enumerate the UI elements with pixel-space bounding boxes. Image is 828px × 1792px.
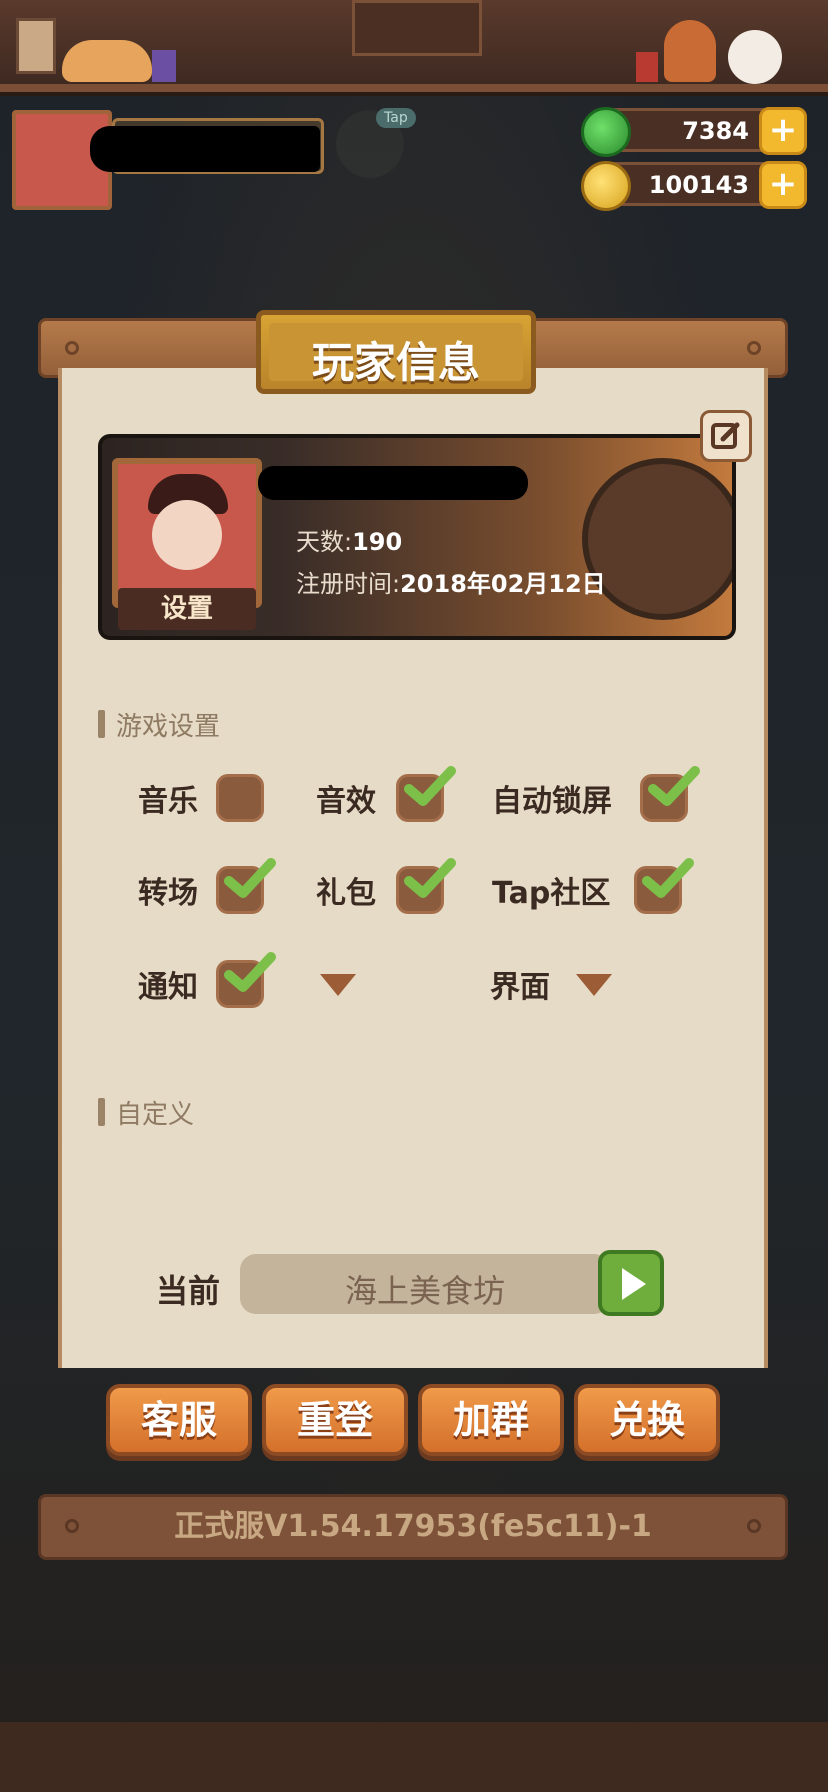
option-notify-label: 通知: [138, 970, 198, 1005]
music-checkbox[interactable]: [216, 774, 264, 822]
bolt-icon: [747, 1519, 761, 1533]
checkmark-icon: [648, 766, 700, 806]
profile-avatar[interactable]: [112, 458, 262, 608]
purple-cup-icon: [152, 50, 176, 82]
edit-profile-button[interactable]: [700, 410, 752, 462]
customer-service-button[interactable]: 客服: [106, 1384, 252, 1456]
current-theme-field: 海上美食坊: [240, 1254, 610, 1314]
edit-icon: [711, 422, 740, 449]
checkmark-icon: [642, 858, 694, 898]
option-sfx-label: 音效: [316, 784, 376, 819]
version-text: 正式服V1.54.17953(fe5c11)-1: [174, 1509, 652, 1544]
days-info: 天数:190: [296, 522, 402, 557]
section-game-settings: 游戏设置: [98, 706, 220, 743]
transition-checkbox[interactable]: [216, 858, 276, 914]
panel-title-plate: 玩家信息: [256, 310, 536, 394]
player-name-redacted: [90, 126, 320, 172]
checkmark-icon: [404, 858, 456, 898]
option-music-label: 音乐: [138, 784, 198, 819]
option-tap-community-label: Tap社区: [492, 876, 611, 911]
option-transition-label: 转场: [138, 876, 198, 911]
jade-icon: [581, 107, 631, 157]
coin-currency: 100143 +: [581, 161, 807, 211]
add-jade-button[interactable]: +: [759, 107, 807, 155]
avatar-settings-button[interactable]: 设置: [118, 588, 256, 630]
section-custom: 自定义: [98, 1094, 194, 1131]
red-cup-icon: [636, 52, 658, 82]
register-label: 注册时间:: [296, 570, 401, 598]
current-label: 当前: [156, 1272, 221, 1310]
jade-currency: 7384 +: [581, 107, 807, 157]
bolt-icon: [65, 341, 79, 355]
portrait-frame-icon: [352, 0, 482, 56]
shelf-edge: [0, 84, 828, 92]
option-giftpack-label: 礼包: [316, 876, 376, 911]
jade-amount: 7384: [682, 117, 749, 145]
top-decor-shelf: [0, 0, 828, 96]
days-label: 天数:: [296, 528, 353, 556]
register-date: 2018年02月12日: [400, 570, 606, 598]
redeem-button[interactable]: 兑换: [574, 1384, 720, 1456]
add-coins-button[interactable]: +: [759, 161, 807, 209]
panel-title: 玩家信息: [311, 338, 480, 387]
current-theme-value: 海上美食坊: [344, 1272, 505, 1310]
bottom-bar: [0, 1722, 828, 1792]
interface-dropdown-arrow-icon[interactable]: [576, 974, 612, 996]
checkmark-icon: [224, 952, 276, 992]
avatar-face: [152, 500, 222, 570]
option-autolock-label: 自动锁屏: [492, 784, 612, 819]
giftpack-checkbox[interactable]: [396, 858, 456, 914]
checkmark-icon: [224, 858, 276, 898]
play-theme-button[interactable]: [598, 1250, 664, 1316]
option-interface-label: 界面: [490, 970, 550, 1005]
version-rail: 正式服V1.54.17953(fe5c11)-1: [38, 1494, 788, 1560]
paw-sign-icon: [16, 18, 56, 74]
autolock-checkbox[interactable]: [640, 766, 700, 822]
sfx-checkbox[interactable]: [396, 766, 456, 822]
bolt-icon: [747, 341, 761, 355]
tap-badge: Tap: [376, 108, 416, 128]
relogin-button[interactable]: 重登: [262, 1384, 408, 1456]
white-cat-mascot-icon: [728, 30, 782, 84]
days-value: 190: [352, 528, 403, 556]
checkmark-icon: [404, 766, 456, 806]
join-group-button[interactable]: 加群: [418, 1384, 564, 1456]
bolt-icon: [65, 1519, 79, 1533]
coin-icon: [581, 161, 631, 211]
dropdown-arrow-icon[interactable]: [320, 974, 356, 996]
character-mascot-icon: [664, 20, 716, 82]
tap-community-checkbox[interactable]: [634, 858, 694, 914]
profile-name-redacted: [258, 466, 528, 500]
notify-checkbox[interactable]: [216, 952, 276, 1008]
cat-mascot-icon: [62, 40, 152, 82]
register-info: 注册时间:2018年02月12日: [296, 564, 606, 599]
coin-amount: 100143: [648, 171, 749, 199]
